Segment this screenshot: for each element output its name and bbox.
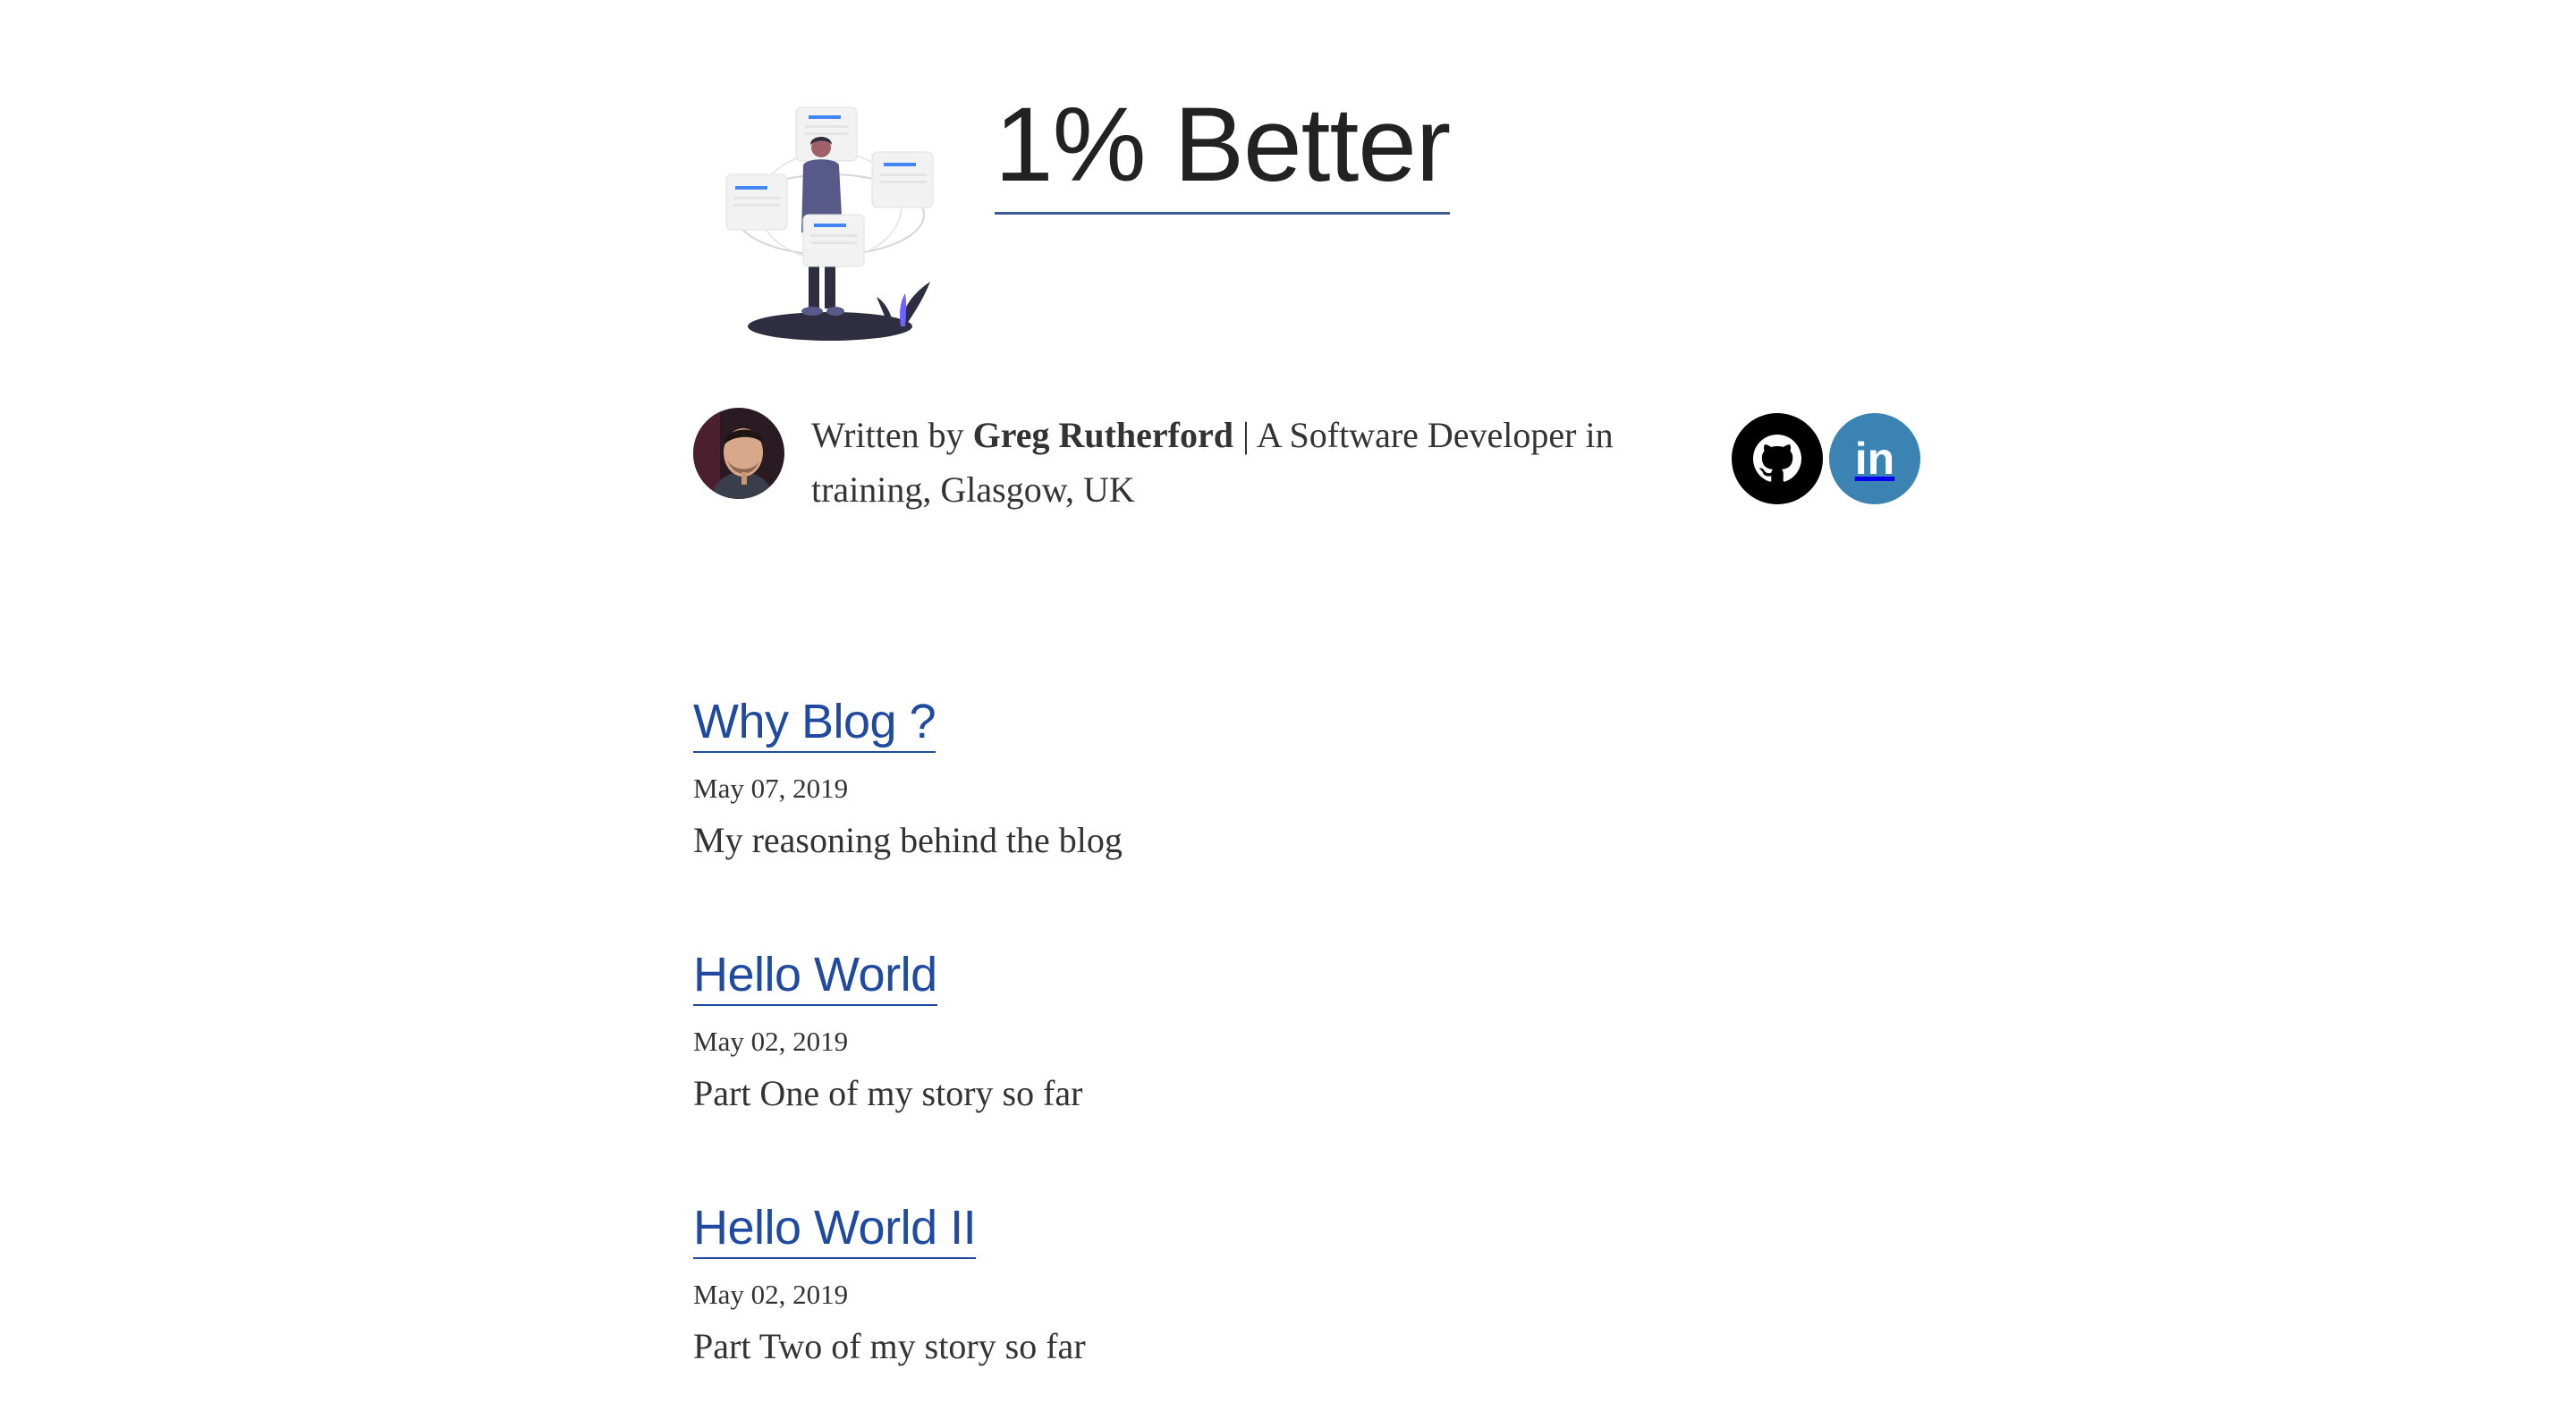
- hero-illustration: [725, 106, 934, 341]
- site-title-link[interactable]: 1% Better: [995, 85, 1451, 215]
- post-title-link[interactable]: Why Blog ?: [693, 693, 936, 753]
- bio-prefix: Written by: [811, 415, 973, 455]
- page: 1% Better Written by Greg Rutherford | A…: [693, 0, 1928, 1411]
- post-item: Hello World May 02, 2019 Part One of my …: [693, 946, 1928, 1199]
- post-item: Hello World II May 02, 2019 Part Two of …: [693, 1199, 1928, 1411]
- post-title-link[interactable]: Hello World II: [693, 1199, 977, 1259]
- github-icon: [1753, 435, 1801, 482]
- post-list: Why Blog ? May 07, 2019 My reasoning beh…: [693, 693, 1928, 1411]
- post-description: Part One of my story so far: [693, 1073, 1083, 1114]
- post-date: May 07, 2019: [693, 772, 849, 804]
- post-item: Why Blog ? May 07, 2019 My reasoning beh…: [693, 693, 1928, 946]
- post-title-link[interactable]: Hello World: [693, 946, 937, 1006]
- post-description: My reasoning behind the blog: [693, 820, 1123, 861]
- author-bio: Written by Greg Rutherford | A Software …: [693, 402, 1928, 528]
- post-description: Part Two of my story so far: [693, 1326, 1086, 1367]
- github-link[interactable]: [1732, 413, 1823, 504]
- post-date: May 02, 2019: [693, 1025, 849, 1057]
- bio-text: Written by Greg Rutherford | A Software …: [811, 408, 1733, 517]
- site-header: 1% Better: [693, 85, 1928, 353]
- linkedin-icon: in: [1854, 434, 1895, 484]
- avatar: [693, 408, 784, 499]
- post-date: May 02, 2019: [693, 1278, 849, 1310]
- author-name: Greg Rutherford: [972, 415, 1234, 455]
- linkedin-link[interactable]: in: [1829, 413, 1920, 504]
